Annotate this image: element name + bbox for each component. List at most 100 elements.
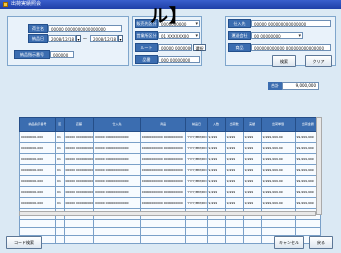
table-cell: 00000000-000 [18, 197, 57, 209]
clear-button[interactable]: クリア [305, 55, 332, 67]
table-cell: YYYY/MM/DD [185, 164, 208, 176]
delivery-date-to-field[interactable]: 2008/12/18 [90, 35, 118, 42]
carrier-select[interactable]: 00 00000000 [251, 32, 303, 39]
empty-cell [18, 219, 57, 228]
col-header[interactable]: 店舗 [63, 117, 95, 132]
empty-cell [139, 235, 187, 244]
table-cell: 00000000000 0000000000 [139, 186, 187, 198]
table-cell: YYYY/MM/DD [185, 142, 208, 154]
table-cell: YYYY/MM/DD [185, 131, 208, 143]
table-cell: 9,999 [206, 164, 226, 176]
empty-cell [206, 235, 226, 244]
table-cell: 01 [55, 164, 65, 176]
instruction-no-field[interactable]: 000000 [50, 51, 74, 58]
table-cell: 9,999 [242, 186, 262, 198]
empty-cell [55, 219, 65, 228]
empty-cell [185, 227, 208, 236]
item-field[interactable]: 000000000000 000000000000000 [251, 44, 331, 51]
table-row[interactable]: 00000000-0000100000 00000000000000 00000… [18, 153, 321, 165]
table-cell: 01 [55, 175, 65, 187]
results-grid: 納品指示番号 区 店舗 仕入先 商品 納品日 入数 出荷数 実績 出荷単価 出荷… [18, 117, 321, 244]
table-cell: 00000000000 0000000000 [139, 153, 187, 165]
empty-cell [185, 235, 208, 244]
delivery-date-label: 納品日 [28, 34, 48, 43]
col-header[interactable]: 出荷数 [224, 117, 244, 132]
table-cell: 9,999 [224, 164, 244, 176]
col-header[interactable]: 商品 [139, 117, 187, 132]
back-button[interactable]: 戻る [309, 236, 333, 249]
empty-cell [93, 227, 141, 236]
table-cell: 00000 000000000000 [93, 142, 141, 154]
col-header[interactable]: 出荷単価 [260, 117, 296, 132]
product-code-field[interactable]: 000 00000000 [158, 56, 200, 63]
supplier-field[interactable]: 00000 000000000000000 [251, 20, 331, 27]
col-header[interactable]: 仕入先 [93, 117, 141, 132]
table-row[interactable]: 00000000-0000100000 00000000000000 00000… [18, 131, 321, 143]
col-header[interactable]: 納品日 [185, 117, 208, 132]
shipper-field[interactable]: 00000 0000000000000000 [48, 25, 122, 32]
table-row[interactable]: 00000000-0000100000 00000000000000 00000… [18, 175, 321, 187]
grid-header-row: 納品指示番号 区 店舗 仕入先 商品 納品日 入数 出荷数 実績 出荷単価 出荷… [18, 117, 321, 132]
app-icon [3, 2, 8, 7]
empty-cell [63, 227, 95, 236]
empty-cell [206, 227, 226, 236]
empty-cell [224, 227, 244, 236]
empty-cell [185, 219, 208, 228]
table-cell: 00000000000 0000000000 [139, 142, 187, 154]
table-cell: 00000 000000000 [63, 131, 95, 143]
table-cell: 00000000-000 [18, 175, 57, 187]
table-row[interactable]: 00000000-0000100000 00000000000000 00000… [18, 197, 321, 209]
col-header[interactable]: 区 [55, 117, 65, 132]
table-cell: 01 [55, 197, 65, 209]
table-cell: 9,999,999.99 [260, 197, 296, 209]
table-cell: 00000 000000000000 [93, 153, 141, 165]
table-cell: 00000000-000 [18, 131, 57, 143]
office-category-select[interactable]: 01 XXXXXX00 [158, 32, 200, 39]
table-cell: YYYY/MM/DD [185, 175, 208, 187]
table-cell: 00000 000000000 [63, 164, 95, 176]
table-cell: 01 [55, 142, 65, 154]
table-cell: 00000000-000 [18, 164, 57, 176]
table-cell: 00000000000 0000000000 [139, 164, 187, 176]
date-from-dropdown[interactable]: ▾ [76, 35, 81, 42]
table-row[interactable]: 00000000-0000100000 00000000000000 00000… [18, 186, 321, 198]
main-window: 出荷実績照会 荷主名 00000 0000000000000000 納品日 20… [0, 0, 341, 253]
table-cell: 9,999,999.99 [260, 142, 296, 154]
table-row[interactable]: 00000000-0000100000 00000000000000 00000… [18, 164, 321, 176]
table-cell: 9,999 [224, 197, 244, 209]
table-cell: 00000 000000000000 [93, 131, 141, 143]
date-to-dropdown[interactable]: ▾ [118, 35, 123, 42]
table-cell: 9,999 [206, 175, 226, 187]
empty-cell [260, 219, 296, 228]
empty-row [18, 227, 321, 236]
route-select-button[interactable]: 選択 [193, 44, 206, 51]
product-code-label: 品番 [135, 55, 158, 64]
table-cell: YYYY/MM/DD [185, 186, 208, 198]
table-row[interactable]: 00000000-0000100000 00000000000000 00000… [18, 142, 321, 154]
empty-cell [294, 219, 321, 228]
empty-cell [55, 227, 65, 236]
col-header[interactable]: 入数 [206, 117, 226, 132]
table-cell: 9,999,999.99 [260, 175, 296, 187]
cancel-button[interactable]: キャンセル [274, 236, 304, 249]
table-cell: 01 [55, 153, 65, 165]
route-label: ルート [135, 43, 158, 52]
window-title: 出荷実績照会 [11, 1, 42, 7]
col-header[interactable]: 納品指示番号 [18, 117, 57, 132]
col-header[interactable]: 実績 [242, 117, 262, 132]
table-cell: 00000 000000000 [63, 197, 95, 209]
vertical-scrollbar[interactable] [316, 117, 322, 215]
code-search-button[interactable]: コード検索 [6, 236, 42, 249]
table-cell: 00000 000000000 [63, 186, 95, 198]
table-cell: 9,999 [242, 175, 262, 187]
empty-row [18, 219, 321, 228]
search-button[interactable]: 検索 [272, 55, 296, 67]
empty-cell [224, 235, 244, 244]
empty-cell [63, 219, 95, 228]
delivery-date-from-field[interactable]: 2008/12/18 [48, 35, 76, 42]
table-cell: 9,999 [206, 186, 226, 198]
route-field[interactable]: 00000 0000000000 [158, 44, 192, 51]
instruction-no-label: 納品指示番号 [14, 50, 50, 59]
table-cell: 9,999 [242, 142, 262, 154]
horizontal-scrollbar[interactable] [19, 211, 316, 216]
